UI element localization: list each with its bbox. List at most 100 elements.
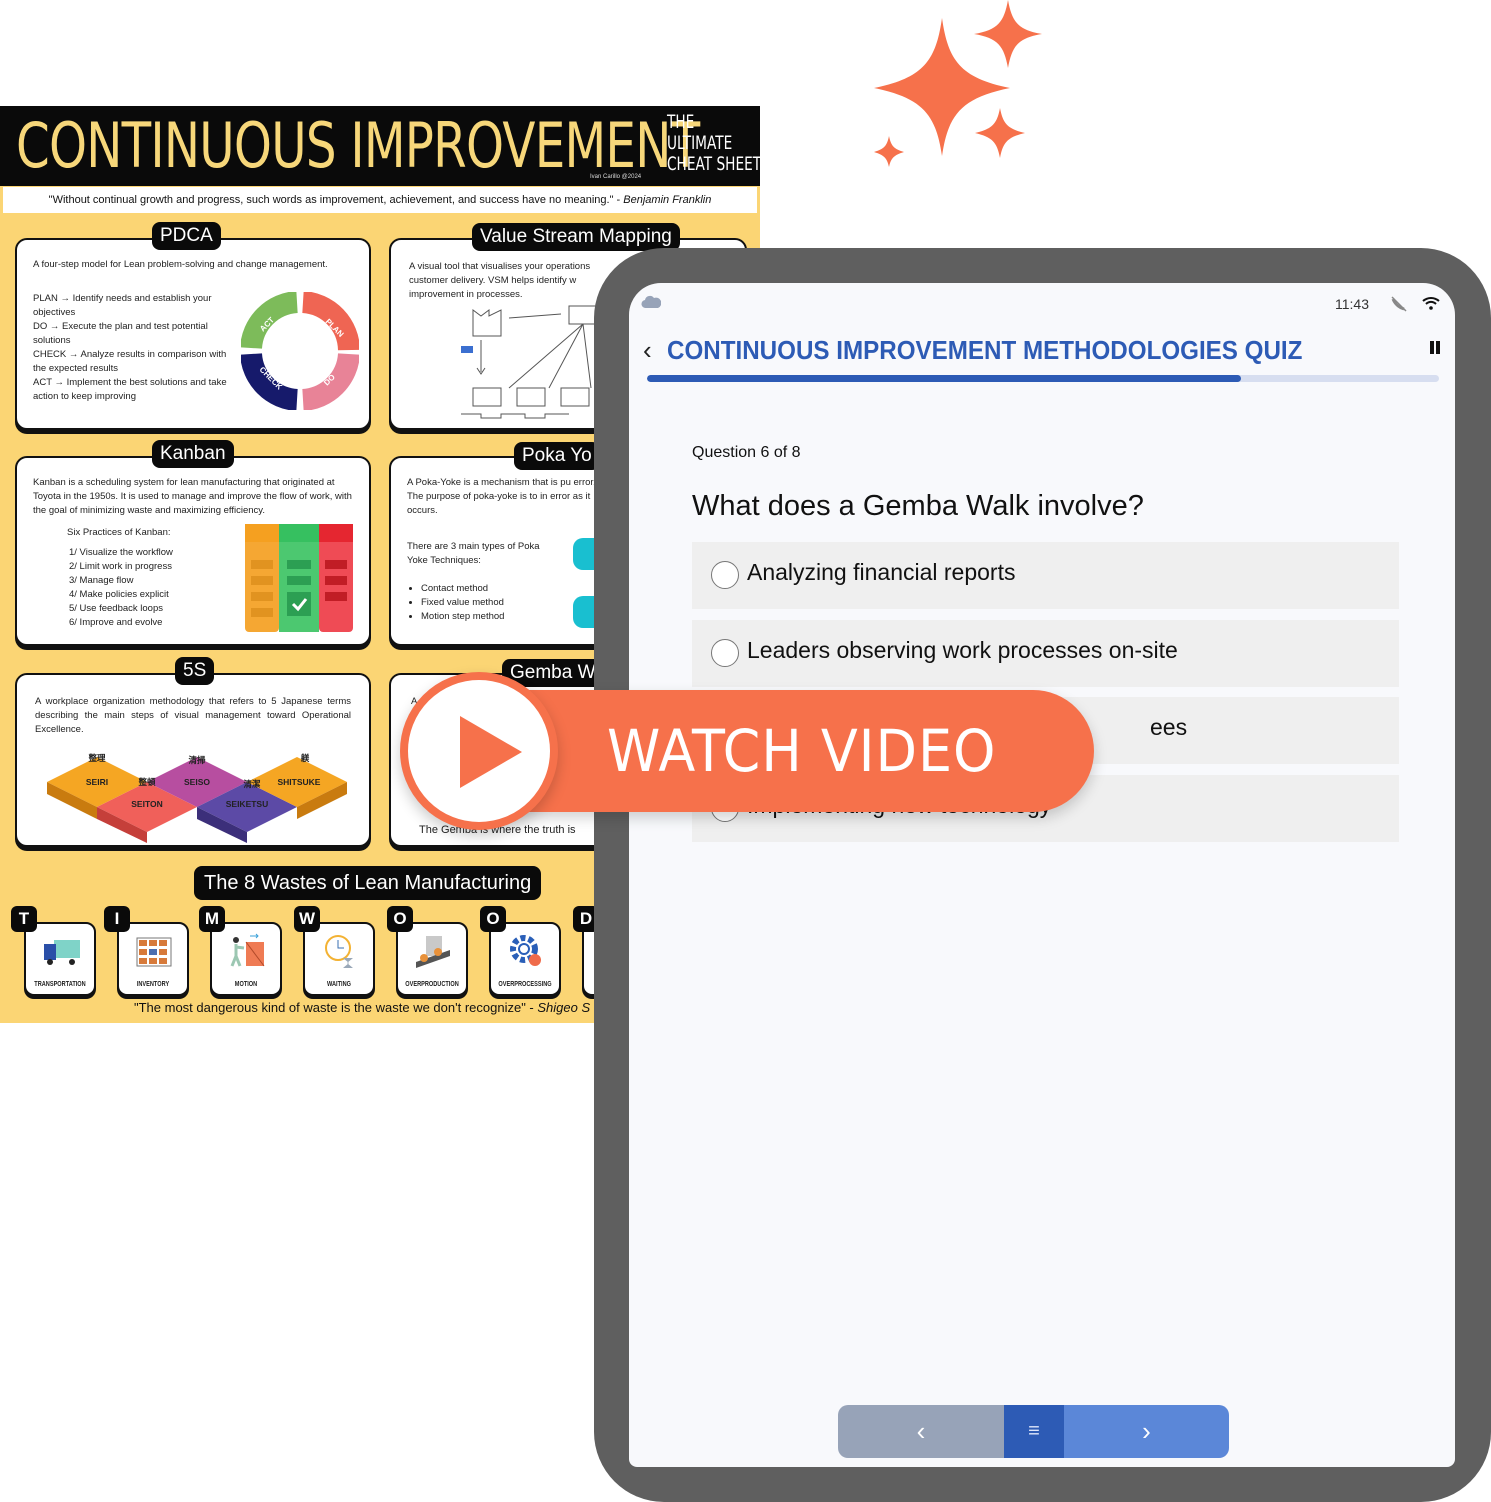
conveyor-icon <box>416 936 450 968</box>
pdca-cycle-diagram: PLAN DO CHECK ACT <box>241 292 359 410</box>
subtitle-line: THE <box>667 111 695 133</box>
five-s-kanji: 清潔 <box>243 779 261 789</box>
kanban-practice: 1/ Visualize the workflow <box>69 547 173 558</box>
tablet-device: 11:43 ‹ CONTINUOUS IMPROVEMENT METHODOLO… <box>594 248 1491 1502</box>
watch-video-button[interactable]: WATCH VIDEO <box>400 672 1094 830</box>
answer-label: ees <box>1150 714 1188 740</box>
quiz-title: CONTINUOUS IMPROVEMENT METHODOLOGIES QUI… <box>667 335 1303 365</box>
sparkle-top-right <box>974 0 1042 68</box>
poka-yoke-type: Contact method <box>421 582 504 596</box>
poka-yoke-tag: Poka Yo <box>514 442 600 470</box>
kanban-practice: 3/ Manage flow <box>69 575 134 586</box>
waste-letter: W <box>294 906 320 932</box>
pause-button[interactable] <box>1429 341 1443 357</box>
truck-icon <box>44 940 80 965</box>
waste-card-overprocessing: OVERPROCESSING <box>489 922 561 996</box>
five-s-seiri: SEIRI <box>86 777 108 787</box>
truck-icon <box>461 346 473 353</box>
answer-label: Analyzing financial reports <box>747 559 1016 585</box>
pdca-step: DO → Execute the plan and test potential… <box>33 321 208 346</box>
waste-card-inventory: INVENTORY <box>117 922 189 996</box>
poster-credit: Ivan Carillo @2024 <box>590 174 642 180</box>
poster-subtitle: THE ULTIMATE CHEAT SHEET <box>667 112 760 175</box>
inventory-shelf-icon <box>136 937 172 967</box>
five-s-seiso: SEISO <box>184 777 210 787</box>
poka-yoke-types-intro: There are 3 main types of Poka Yoke Tech… <box>407 541 540 566</box>
poka-yoke-type: Fixed value method <box>421 596 504 610</box>
question-counter: Question 6 of 8 <box>692 444 801 461</box>
menu-button[interactable]: ≡ <box>1004 1405 1064 1458</box>
cloud-icon <box>641 295 661 309</box>
pdca-card: A four-step model for Lean problem-solvi… <box>15 238 371 430</box>
gear-clock-icon <box>510 935 541 966</box>
pdca-tag: PDCA <box>152 222 221 250</box>
five-s-kanji: 清掃 <box>188 755 206 765</box>
wastes-title: The 8 Wastes of Lean Manufacturing <box>194 866 542 900</box>
next-button[interactable]: › <box>1064 1405 1229 1458</box>
play-button[interactable] <box>400 672 558 830</box>
back-button[interactable]: ‹ <box>643 335 652 365</box>
motion-icon <box>230 933 265 967</box>
play-icon <box>460 716 522 788</box>
five-s-kanji: 整頓 <box>138 777 156 787</box>
subtitle-line: ULTIMATE <box>667 132 733 154</box>
kanban-tag: Kanban <box>152 440 234 468</box>
waste-label: MOTION <box>234 981 258 988</box>
poka-yoke-type: Motion step method <box>421 610 504 624</box>
wastes-quote: "The most dangerous kind of waste is the… <box>134 1000 590 1015</box>
poster-title: CONTINUOUS IMPROVEMENT <box>16 109 700 182</box>
mute-icon <box>1391 296 1407 312</box>
pause-icon <box>1430 341 1434 354</box>
answer-label: Leaders observing work processes on-site <box>747 637 1178 663</box>
five-s-diagram: SEIRI SEITON SEISO SEIKETSU SHITSUKE 整理 … <box>47 753 347 843</box>
poster-header: CONTINUOUS IMPROVEMENT THE ULTIMATE CHEA… <box>0 106 760 186</box>
kanban-card: Kanban is a scheduling system for lean m… <box>15 456 371 646</box>
five-s-text: A workplace organization methodology tha… <box>35 696 351 735</box>
five-s-seiton: SEITON <box>131 799 163 809</box>
waste-letter: T <box>11 906 37 932</box>
five-s-tag: 5S <box>175 657 215 685</box>
vsm-text: A visual tool that visualises your opera… <box>409 261 591 300</box>
quote-author: Benjamin Franklin <box>623 194 712 206</box>
waste-letter: I <box>104 906 130 932</box>
five-s-kanji: 躾 <box>300 753 310 763</box>
radio-button[interactable] <box>711 561 739 589</box>
question-text: What does a Gemba Walk involve? <box>692 490 1144 522</box>
kanban-practices: 1/ Visualize the workflow 2/ Limit work … <box>69 546 173 630</box>
quote-author: Shigeo S <box>537 1000 591 1015</box>
pdca-intro: A four-step model for Lean problem-solvi… <box>33 259 328 270</box>
kanban-practices-title: Six Practices of Kanban: <box>67 527 171 538</box>
pdca-step: CHECK → Analyze results in comparison wi… <box>33 349 227 374</box>
quiz-screen: 11:43 ‹ CONTINUOUS IMPROVEMENT METHODOLO… <box>629 283 1455 1467</box>
kanban-text: Kanban is a scheduling system for lean m… <box>33 477 352 516</box>
quote-text: "The most dangerous kind of waste is the… <box>134 1000 538 1015</box>
waste-label: OVERPROCESSING <box>498 981 552 988</box>
waste-label: WAITING <box>327 981 351 988</box>
poka-yoke-types: Contact method Fixed value method Motion… <box>421 582 504 624</box>
kanban-practice: 5/ Use feedback loops <box>69 603 164 614</box>
answer-option[interactable]: Analyzing financial reports <box>692 542 1399 609</box>
five-s-shitsuke: SHITSUKE <box>278 777 321 787</box>
waste-letter: O <box>480 906 506 932</box>
quiz-header: ‹ CONTINUOUS IMPROVEMENT METHODOLOGIES Q… <box>643 335 1443 367</box>
previous-button[interactable]: ‹ <box>838 1405 1004 1458</box>
five-s-seiketsu: SEIKETSU <box>226 799 269 809</box>
sparkle-small <box>874 136 904 167</box>
status-time: 11:43 <box>1335 296 1369 312</box>
waste-card-overproduction: OVERPRODUCTION <box>396 922 468 996</box>
pdca-steps: PLAN → Identify needs and establish your… <box>33 292 233 404</box>
sparkles-icon <box>874 0 1042 167</box>
radio-button[interactable] <box>711 639 739 667</box>
kanban-board-icon <box>245 524 353 632</box>
pdca-step: ACT → Implement the best solutions and t… <box>33 377 227 402</box>
subtitle-line: CHEAT SHEET <box>667 153 760 175</box>
pause-icon <box>1436 341 1440 354</box>
quote-text: "Without continual growth and progress, … <box>48 194 624 206</box>
kanban-practice: 4/ Make policies explicit <box>69 589 169 600</box>
waste-letter: M <box>199 906 225 932</box>
pdca-plan-segment <box>301 292 359 351</box>
waste-card-waiting: WAITING <box>303 922 375 996</box>
waste-label: TRANSPORTATION <box>34 981 86 988</box>
vsm-diagram <box>461 305 600 419</box>
waste-label: OVERPRODUCTION <box>405 981 459 988</box>
